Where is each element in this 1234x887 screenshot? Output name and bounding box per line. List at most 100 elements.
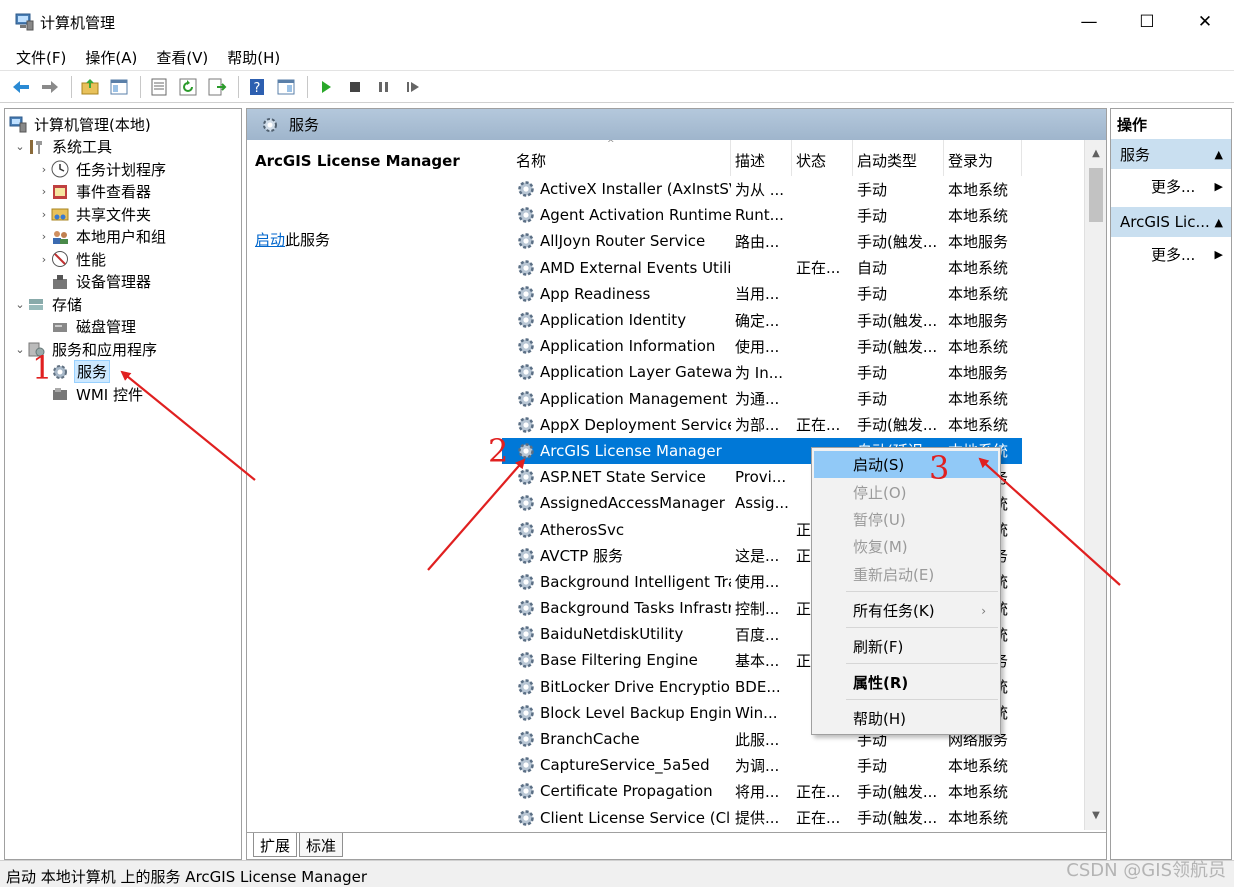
clock-icon [51,160,69,178]
table-row[interactable]: ActiveX Installer (AxInstSV) 为从 ... 手动 本地系统 [502,176,1022,202]
maximize-button[interactable]: ☐ [1118,0,1176,44]
tree-device-manager-label: 设备管理器 [76,273,152,292]
expand-chevron-icon[interactable]: › [37,163,51,176]
column-header-description[interactable]: 描述 [731,140,792,176]
scroll-up-icon[interactable]: ▲ [1085,144,1107,164]
forward-button[interactable] [37,74,63,100]
expand-chevron-icon[interactable]: › [37,208,51,221]
cell-name: BitLocker Drive Encryption ... [502,677,731,697]
tab-extended[interactable]: 扩展 [253,833,298,857]
tree-event-viewer[interactable]: › 事件查看器 [5,181,241,204]
extended-description-pane: ArcGIS License Manager 启动此服务 [247,140,500,830]
collapse-triangle-icon[interactable]: ▲ [1215,148,1223,161]
help-button[interactable]: ? [244,74,270,100]
menu-view[interactable]: 查看(V) [156,47,208,68]
menu-item-help[interactable]: 帮助(H) [812,705,1000,732]
actions-more-arcgis[interactable]: 更多... ▶ [1111,237,1231,271]
start-service-text: 启动此服务 [255,229,330,250]
vertical-scrollbar[interactable]: ▲ ▼ [1084,140,1106,830]
table-row[interactable]: App Readiness 当用... 手动 本地系统 [502,281,1022,307]
menu-item-start[interactable]: 启动(S) [814,451,998,478]
table-row[interactable]: Application Layer Gateway ...为 In... 手动 本地… [502,359,1022,385]
stop-service-button[interactable] [342,74,368,100]
table-row[interactable]: AllJoyn Router Service 路由... 手动(触发... 本地服务 [502,228,1022,254]
tree-storage[interactable]: ⌄ 存储 [5,293,241,316]
table-row[interactable]: Certificate Propagation 将用... 正在... 手动(触发..… [502,778,1022,804]
close-button[interactable]: ✕ [1176,0,1234,44]
tree-root[interactable]: 计算机管理(本地) [5,113,241,136]
actions-more-services[interactable]: 更多... ▶ [1111,169,1231,203]
properties-button[interactable] [146,74,172,100]
table-row[interactable]: Agent Activation Runtime_...Runt... 手动 本地系… [502,202,1022,228]
cell-startup-type: 手动(触发... [857,416,938,435]
up-level-button[interactable] [77,74,103,100]
expand-chevron-icon[interactable]: › [37,185,51,198]
column-header-logon-as[interactable]: 登录为 [944,140,1022,176]
menu-item-stop[interactable]: 停止(O) [812,479,1000,506]
service-gear-icon [518,338,534,354]
start-service-link[interactable]: 启动 [255,231,285,249]
action-pane-button[interactable] [273,74,299,100]
show-hide-tree-button[interactable] [106,74,132,100]
cell-startup-type: 自动 [857,259,888,278]
pause-service-button[interactable] [371,74,397,100]
collapse-chevron-icon[interactable]: ⌄ [13,343,27,356]
table-row[interactable]: AppX Deployment Service ...为部... 正在... 手动(… [502,412,1022,438]
table-row[interactable]: Client License Service (Clip...提供... 正在..… [502,805,1022,831]
cell-logon-as: 本地系统 [948,285,1009,304]
menu-item-all-tasks[interactable]: 所有任务(K) › [812,597,1000,624]
cell-description: Assig... [735,494,789,513]
column-header-startup-type[interactable]: 启动类型 [853,140,944,176]
export-list-button[interactable] [204,74,230,100]
menu-action[interactable]: 操作(A) [85,47,137,68]
refresh-button[interactable] [175,74,201,100]
tab-standard[interactable]: 标准 [299,833,344,857]
collapse-chevron-icon[interactable]: ⌄ [13,298,27,311]
cell-name: Base Filtering Engine [502,650,731,670]
menu-file[interactable]: 文件(F) [16,47,66,68]
cell-description: 为调... [735,756,780,775]
tree-shared-folders[interactable]: › 共享文件夹 [5,203,241,226]
toolbar: ? [0,70,1234,103]
table-row[interactable]: Application Management 为通... 手动 本地系统 [502,386,1022,412]
menu-item-properties[interactable]: 属性(R) [812,669,1000,696]
start-service-button[interactable] [313,74,339,100]
actions-section-services[interactable]: 服务 ▲ [1111,139,1231,169]
tree-local-users[interactable]: › 本地用户和组 [5,226,241,249]
tree-performance[interactable]: › 性能 [5,248,241,271]
tree-task-scheduler[interactable]: › 任务计划程序 [5,158,241,181]
cell-name: AllJoyn Router Service [502,231,731,251]
tree-disk-management[interactable]: 磁盘管理 [5,316,241,339]
expand-chevron-icon[interactable]: › [37,230,51,243]
minimize-button[interactable]: — [1060,0,1118,44]
restart-icon [407,81,419,92]
cell-description: 当用... [735,285,780,304]
scroll-down-icon[interactable]: ▼ [1085,806,1107,826]
cell-logon-as: 本地服务 [948,363,1009,382]
menu-item-refresh[interactable]: 刷新(F) [812,633,1000,660]
column-header-status[interactable]: 状态 [792,140,853,176]
svg-text:?: ? [254,81,261,96]
collapse-triangle-icon[interactable]: ▲ [1215,216,1223,229]
table-row[interactable]: Application Identity 确定... 手动(触发... 本地服务 [502,307,1022,333]
collapse-chevron-icon[interactable]: ⌄ [13,140,27,153]
cell-description: 为 In... [735,363,784,382]
tree-device-manager[interactable]: 设备管理器 [5,271,241,294]
cell-description: 此服... [735,730,780,749]
table-row[interactable]: Application Information 使用... 手动(触发... 本地系统 [502,333,1022,359]
table-row[interactable]: AMD External Events Utility 正在... 自动 本地系统 [502,255,1022,281]
restart-service-button[interactable] [400,74,426,100]
menu-item-pause[interactable]: 暂停(U) [812,506,1000,533]
services-pane-title: 服务 [289,116,320,134]
actions-section-arcgis[interactable]: ArcGIS Lic... ▲ [1111,207,1231,237]
column-header-name[interactable]: 名称 ^ [502,140,731,176]
table-row[interactable]: CaptureService_5a5ed 为调... 手动 本地系统 [502,752,1022,778]
service-gear-icon [518,286,534,302]
menu-item-restart[interactable]: 重新启动(E) [812,561,1000,588]
scroll-thumb[interactable] [1089,168,1103,222]
menu-item-resume[interactable]: 恢复(M) [812,533,1000,560]
expand-chevron-icon[interactable]: › [37,253,51,266]
tree-system-tools[interactable]: ⌄ 系统工具 [5,136,241,159]
menu-help[interactable]: 帮助(H) [227,47,280,68]
back-button[interactable] [8,74,34,100]
